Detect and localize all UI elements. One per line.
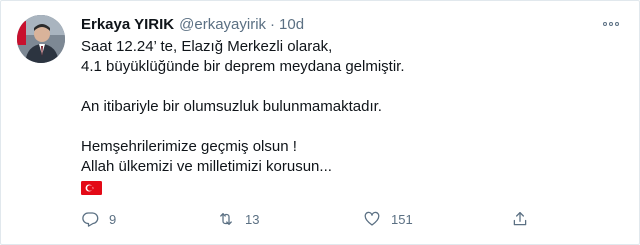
- like-count: 151: [391, 211, 413, 227]
- retweet-button[interactable]: 13: [217, 207, 259, 231]
- author-handle[interactable]: @erkayayirik: [179, 16, 266, 33]
- more-options-icon[interactable]: [599, 15, 623, 33]
- header-separator: ·: [270, 15, 276, 33]
- retweet-icon: [220, 213, 232, 225]
- more-dot: [609, 22, 613, 26]
- more-dot: [615, 22, 619, 26]
- avatar[interactable]: [17, 15, 65, 63]
- like-button[interactable]: 151: [363, 207, 413, 231]
- more-dot: [603, 22, 607, 26]
- tweet-card[interactable]: Erkaya YIRIK @erkayayirik · 10d Saat 12.…: [0, 0, 640, 245]
- reply-count: 9: [109, 211, 117, 227]
- tweet-text-line: An itibariyle bir olumsuzluk bulunmamakt…: [81, 98, 382, 115]
- share-icon: [513, 211, 527, 226]
- profile-photo-icon: [17, 15, 65, 63]
- tweet-text-line: 4.1 büyüklüğünde bir deprem meydana gelm…: [81, 58, 405, 75]
- tweet-text-line: Allah ülkemizi ve milletimizi korusun...: [81, 158, 332, 175]
- reply-icon: [82, 212, 99, 227]
- tweet-text: Saat 12.24’ te, Elazığ Merkezli olarak, …: [81, 37, 623, 195]
- tweet-timestamp[interactable]: 10d: [279, 16, 304, 33]
- author-display-name[interactable]: Erkaya YIRIK: [81, 16, 174, 33]
- retweet-count: 13: [245, 211, 260, 227]
- tweet-text-line: Saat 12.24’ te, Elazığ Merkezli olarak,: [81, 38, 333, 55]
- tweet-actions: 9 13 151: [81, 207, 541, 231]
- share-button[interactable]: [511, 207, 529, 231]
- turkey-flag-icon: [81, 181, 102, 195]
- heart-icon: [364, 211, 380, 226]
- reply-button[interactable]: 9: [81, 207, 116, 231]
- tweet-header: Erkaya YIRIK @erkayayirik · 10d: [81, 13, 623, 35]
- tweet-content: Erkaya YIRIK @erkayayirik · 10d Saat 12.…: [81, 13, 623, 195]
- tweet-text-line: Hemşehrilerimize geçmiş olsun !: [81, 138, 297, 155]
